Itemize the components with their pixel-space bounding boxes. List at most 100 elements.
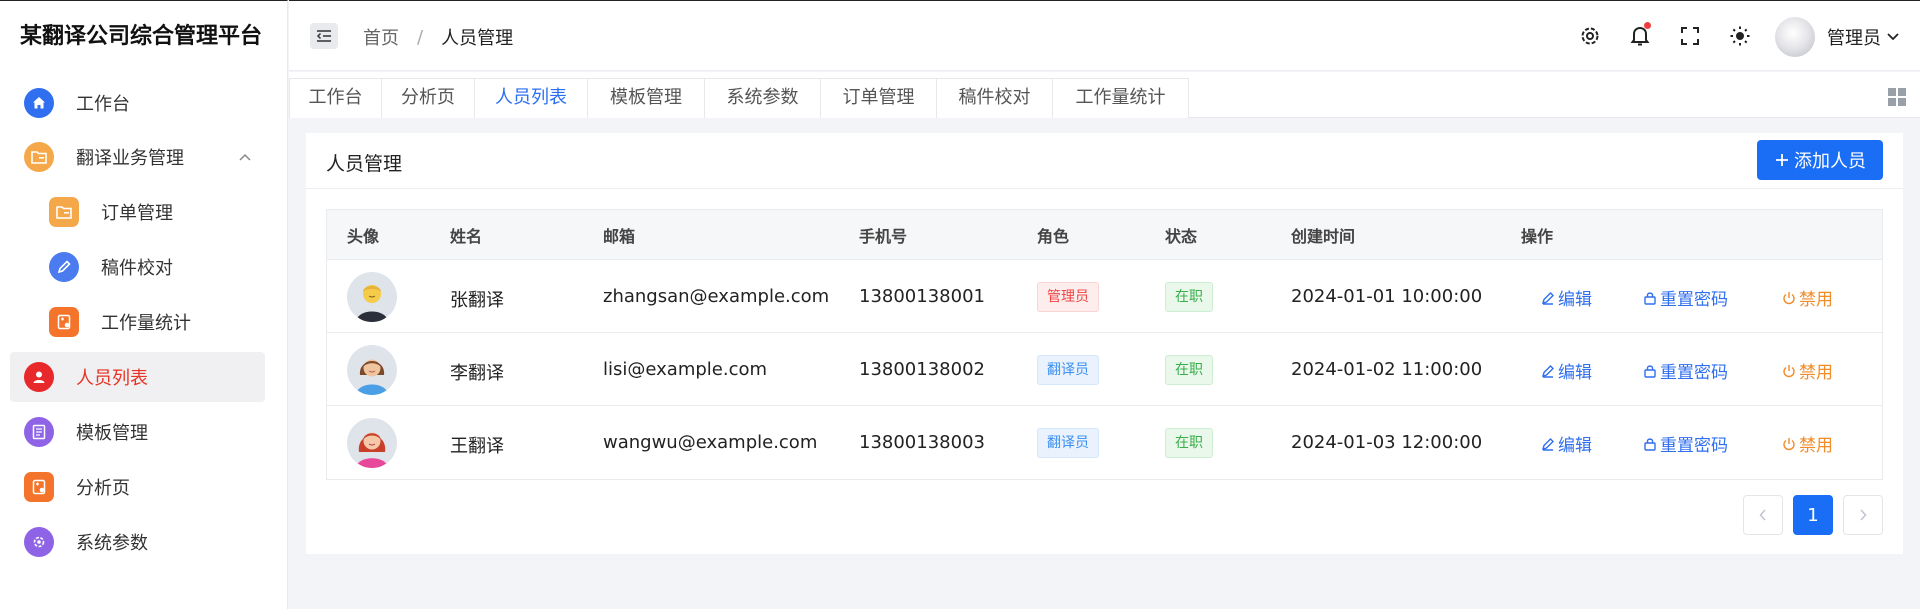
settings-icon[interactable] — [1578, 24, 1602, 48]
sidebar-item-label: 工作台 — [76, 94, 130, 115]
notification-dot — [1644, 22, 1651, 29]
sidebar-item-workbench[interactable]: 工作台 — [10, 78, 265, 128]
sidebar-item-staff[interactable]: 人员列表 — [10, 352, 265, 402]
cell-name: 张翻译 — [450, 290, 504, 311]
reset-password-button[interactable]: 重置密码 — [1643, 431, 1728, 456]
col-created: 创建时间 — [1291, 226, 1356, 246]
menu-fold-icon — [316, 30, 331, 42]
tab-proofread[interactable]: 稿件校对 — [937, 78, 1053, 118]
avatar[interactable] — [1775, 17, 1815, 57]
top-header: 首页 / 人员管理 管理员 — [289, 0, 1920, 71]
sidebar-item-orders[interactable]: 订单管理 — [10, 187, 265, 237]
settings-icon — [24, 527, 54, 557]
tab-workload[interactable]: 工作量统计 — [1053, 78, 1189, 118]
edit-icon — [1541, 291, 1554, 305]
edit-label: 编辑 — [1558, 290, 1592, 310]
breadcrumb: 首页 / 人员管理 — [363, 24, 513, 50]
template-icon — [24, 417, 54, 447]
role-badge: 翻译员 — [1037, 355, 1099, 385]
calculator-icon — [24, 472, 54, 502]
chevron-down-icon — [1887, 33, 1899, 41]
cell-created: 2024-01-01 10:00:00 — [1291, 286, 1483, 307]
sidebar-item-label: 分析页 — [76, 478, 130, 499]
user-icon — [24, 362, 54, 392]
reset-label: 重置密码 — [1660, 290, 1728, 310]
page-button-current[interactable]: 1 — [1793, 495, 1833, 535]
edit-button[interactable]: 编辑 — [1541, 431, 1592, 456]
status-badge: 在职 — [1165, 282, 1213, 312]
edit-icon — [49, 252, 79, 282]
tab-workbench[interactable]: 工作台 — [289, 78, 382, 118]
edit-label: 编辑 — [1558, 363, 1592, 383]
sidebar-item-templates[interactable]: 模板管理 — [10, 407, 265, 457]
tab-templates[interactable]: 模板管理 — [588, 78, 705, 118]
cell-phone: 13800138002 — [859, 359, 985, 380]
sidebar-item-workload[interactable]: 工作量统计 — [10, 297, 265, 347]
theme-sun-icon[interactable] — [1728, 24, 1752, 48]
table-header: 头像 姓名 邮箱 手机号 角色 状态 创建时间 操作 — [327, 210, 1882, 260]
user-menu[interactable]: 管理员 — [1827, 24, 1899, 50]
tab-staff-list[interactable]: 人员列表 — [475, 78, 588, 118]
sidebar-item-proofread[interactable]: 稿件校对 — [10, 242, 265, 292]
cell-email: lisi@example.com — [603, 359, 768, 380]
add-staff-button[interactable]: 添加人员 — [1757, 140, 1883, 180]
edit-button[interactable]: 编辑 — [1541, 285, 1592, 310]
next-page-button[interactable] — [1843, 495, 1883, 535]
status-badge: 在职 — [1165, 428, 1213, 458]
tab-orders[interactable]: 订单管理 — [821, 78, 937, 118]
sidebar-item-label: 翻译业务管理 — [76, 148, 184, 169]
sidebar: 某翻译公司综合管理平台 工作台 翻译业务管理 订单管理 稿件校对 工作量统计 人… — [0, 0, 288, 609]
bell-icon[interactable] — [1628, 22, 1652, 48]
col-email: 邮箱 — [603, 226, 636, 246]
col-avatar: 头像 — [347, 226, 380, 246]
chevron-up-icon — [239, 151, 251, 163]
cell-created: 2024-01-03 12:00:00 — [1291, 432, 1483, 453]
chevron-left-icon — [1759, 509, 1766, 521]
sidebar-item-params[interactable]: 系统参数 — [10, 517, 265, 567]
sidebar-item-analysis[interactable]: 分析页 — [10, 462, 265, 512]
disable-button[interactable]: 禁用 — [1782, 285, 1833, 310]
breadcrumb-separator: / — [417, 26, 424, 48]
reset-label: 重置密码 — [1660, 363, 1728, 383]
fullscreen-icon[interactable] — [1678, 24, 1702, 48]
edit-button[interactable]: 编辑 — [1541, 358, 1592, 383]
disable-button[interactable]: 禁用 — [1782, 358, 1833, 383]
edit-label: 编辑 — [1558, 436, 1592, 456]
cell-created: 2024-01-02 11:00:00 — [1291, 359, 1483, 380]
staff-card: 人员管理 添加人员 头像 姓名 邮箱 手机号 角色 状态 创建时间 操作 张翻译… — [306, 133, 1903, 554]
lock-icon — [1644, 291, 1656, 305]
staff-table: 头像 姓名 邮箱 手机号 角色 状态 创建时间 操作 张翻译 zhangsan@… — [326, 209, 1883, 480]
add-staff-label: 添加人员 — [1794, 151, 1866, 172]
cell-phone: 13800138003 — [859, 432, 985, 453]
grid-menu-icon[interactable] — [1888, 88, 1906, 106]
reset-password-button[interactable]: 重置密码 — [1643, 285, 1728, 310]
cell-email: wangwu@example.com — [603, 432, 818, 453]
tab-analysis[interactable]: 分析页 — [382, 78, 475, 118]
disable-label: 禁用 — [1799, 363, 1833, 383]
power-icon — [1783, 437, 1795, 450]
disable-label: 禁用 — [1799, 436, 1833, 456]
cell-email: zhangsan@example.com — [603, 286, 830, 307]
reset-label: 重置密码 — [1660, 436, 1728, 456]
breadcrumb-home[interactable]: 首页 — [363, 24, 399, 50]
page-title: 人员管理 — [326, 153, 403, 175]
folder-icon — [24, 142, 54, 172]
col-role: 角色 — [1037, 226, 1070, 246]
reset-password-button[interactable]: 重置密码 — [1643, 358, 1728, 383]
sidebar-item-label: 工作量统计 — [101, 313, 191, 334]
user-avatar — [347, 345, 397, 395]
table-row: 王翻译 wangwu@example.com 13800138003 翻译员 在… — [327, 406, 1882, 479]
sidebar-item-label: 订单管理 — [101, 203, 173, 224]
role-badge: 管理员 — [1037, 282, 1099, 312]
chevron-right-icon — [1860, 509, 1867, 521]
sidebar-item-label: 模板管理 — [76, 423, 148, 444]
prev-page-button[interactable] — [1743, 495, 1783, 535]
user-name: 管理员 — [1827, 28, 1881, 49]
sidebar-item-translation[interactable]: 翻译业务管理 — [10, 132, 265, 182]
calculator-icon — [49, 307, 79, 337]
disable-button[interactable]: 禁用 — [1782, 431, 1833, 456]
tab-params[interactable]: 系统参数 — [705, 78, 821, 118]
cell-phone: 13800138001 — [859, 286, 985, 307]
sidebar-item-label: 系统参数 — [76, 533, 148, 554]
collapse-sidebar-button[interactable] — [310, 23, 338, 49]
